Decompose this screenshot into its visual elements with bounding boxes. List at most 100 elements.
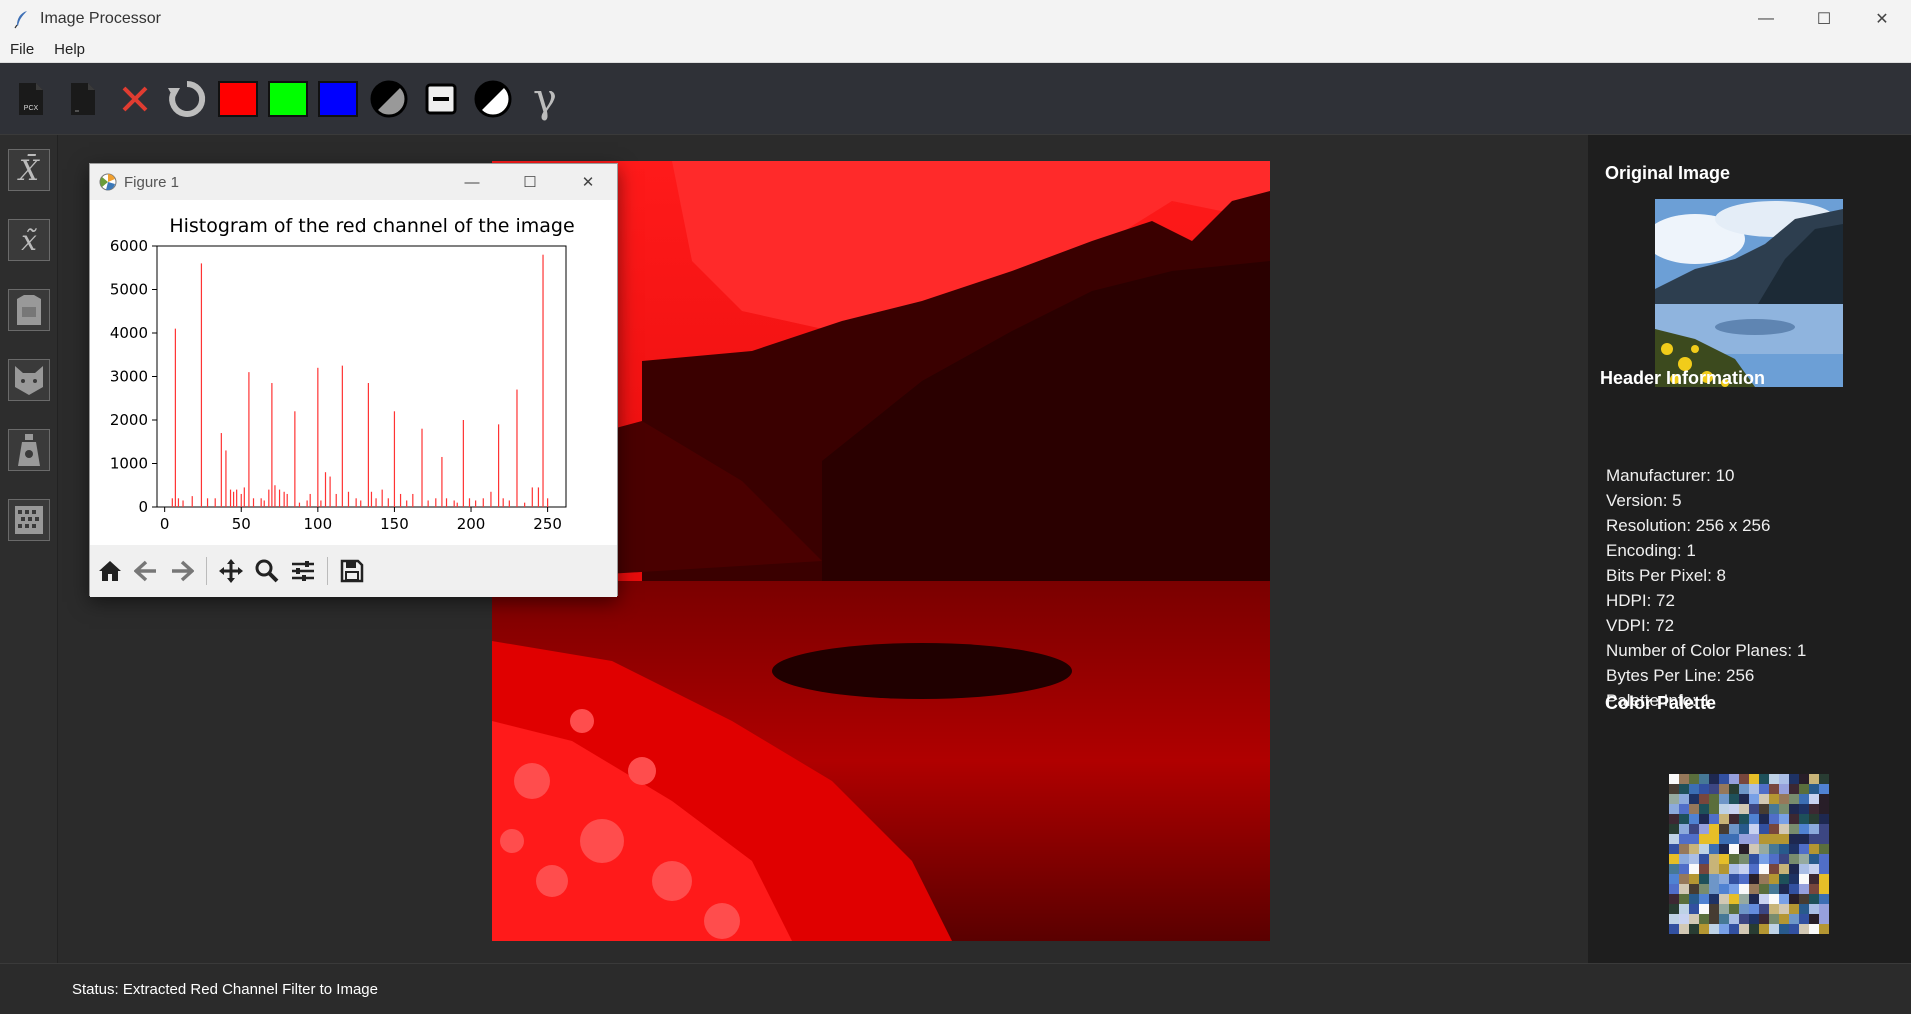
palette-swatch	[1819, 804, 1829, 814]
palette-swatch	[1709, 804, 1719, 814]
configure-subplots-button[interactable]	[287, 553, 319, 589]
palette-swatch	[1719, 904, 1729, 914]
histogram-bar	[497, 424, 500, 507]
palette-swatch	[1799, 874, 1809, 884]
move-icon	[219, 559, 243, 583]
mean-filter-button[interactable]: X̄	[8, 149, 50, 191]
y-tick-label: 4000	[110, 324, 148, 342]
palette-swatch	[1769, 854, 1779, 864]
cat-button[interactable]	[8, 359, 50, 401]
minimize-button[interactable]: —	[1737, 0, 1795, 37]
palette-swatch	[1789, 794, 1799, 804]
palette-swatch	[1669, 794, 1679, 804]
histogram-bar	[236, 489, 238, 507]
palette-swatch	[1699, 824, 1709, 834]
palette-swatch	[1729, 914, 1739, 924]
palette-swatch	[1739, 784, 1749, 794]
zoom-button[interactable]	[251, 553, 283, 589]
palette-swatch	[1699, 814, 1709, 824]
palette-swatch	[1739, 824, 1749, 834]
palette-swatch	[1729, 814, 1739, 824]
toolbar-separator	[206, 557, 207, 585]
pan-button[interactable]	[215, 553, 247, 589]
negative-button[interactable]	[472, 78, 514, 120]
shirt-button[interactable]	[8, 289, 50, 331]
palette-swatch	[1709, 784, 1719, 794]
palette-swatch	[1809, 824, 1819, 834]
figure-maximize-button[interactable]: ☐	[501, 164, 559, 200]
y-tick-label: 1000	[110, 455, 148, 473]
palette-swatch	[1739, 804, 1749, 814]
palette-swatch	[1669, 864, 1679, 874]
median-filter-button[interactable]: x̃	[8, 219, 50, 261]
lab-icon	[18, 434, 40, 466]
histogram-bar	[445, 498, 448, 507]
palette-swatch	[1749, 894, 1759, 904]
close-image-button[interactable]	[114, 78, 156, 120]
home-button[interactable]	[94, 553, 126, 589]
back-button[interactable]	[130, 553, 162, 589]
palette-swatch	[1729, 774, 1739, 784]
histogram-bar	[298, 502, 301, 507]
reset-button[interactable]	[166, 78, 208, 120]
palette-swatch	[1799, 814, 1809, 824]
save-figure-button[interactable]	[336, 553, 368, 589]
menu-file[interactable]: File	[0, 41, 44, 58]
menu-help[interactable]: Help	[44, 41, 95, 58]
palette-swatch	[1709, 874, 1719, 884]
header-item: Bits Per Pixel: 8	[1606, 566, 1726, 585]
gamma-button[interactable]: γ	[524, 78, 566, 120]
histogram-chart: Histogram of the red channel of the imag…	[110, 215, 575, 533]
palette-swatch	[1679, 854, 1689, 864]
palette-swatch	[1679, 844, 1689, 854]
palette-swatch	[1739, 894, 1749, 904]
palette-swatch	[1809, 834, 1819, 844]
lab-button[interactable]	[8, 429, 50, 471]
histogram-bar	[502, 498, 504, 507]
histogram-bar	[243, 487, 245, 507]
palette-swatch	[1779, 804, 1789, 814]
maximize-button[interactable]: ☐	[1795, 0, 1853, 37]
palette-swatch	[1749, 774, 1759, 784]
histogram-bar	[271, 383, 273, 507]
palette-swatch	[1749, 884, 1759, 894]
palette-swatch	[1689, 914, 1699, 924]
palette-swatch	[1769, 844, 1779, 854]
histogram-bar	[263, 500, 265, 507]
palette-swatch	[1809, 884, 1819, 894]
figure-minimize-button[interactable]: —	[443, 164, 501, 200]
palette-swatch	[1719, 794, 1729, 804]
palette-swatch	[1809, 844, 1819, 854]
palette-swatch	[1819, 854, 1829, 864]
palette-swatch	[1769, 874, 1779, 884]
minus-button[interactable]	[420, 78, 462, 120]
header-item: Number of Color Planes: 1	[1606, 641, 1807, 660]
open-pcx-icon: PCX	[19, 82, 43, 115]
histogram-bar	[537, 487, 540, 507]
grid-button[interactable]	[8, 499, 50, 541]
histogram-bar	[171, 498, 173, 507]
feather-icon	[14, 10, 27, 28]
x-tick-label: 200	[457, 515, 486, 533]
palette-swatch	[1679, 824, 1689, 834]
palette-swatch	[1769, 784, 1779, 794]
grayscale-button[interactable]	[368, 78, 410, 120]
palette-swatch	[1819, 884, 1829, 894]
blue-channel-button[interactable]	[318, 80, 358, 117]
new-file-button[interactable]	[62, 78, 104, 120]
palette-swatch	[1819, 864, 1829, 874]
histogram-bar	[360, 500, 362, 507]
palette-swatch	[1679, 834, 1689, 844]
y-tick-label: 2000	[110, 411, 148, 429]
forward-button[interactable]	[166, 553, 198, 589]
green-channel-button[interactable]	[268, 80, 308, 117]
x-tick-label: 0	[160, 515, 170, 533]
figure-close-button[interactable]: ✕	[559, 164, 617, 200]
open-pcx-button[interactable]: PCX	[10, 78, 52, 120]
palette-swatch	[1769, 814, 1779, 824]
red-channel-button[interactable]	[218, 80, 258, 117]
histogram-bar	[412, 493, 414, 507]
palette-swatch	[1789, 824, 1799, 834]
close-window-button[interactable]: ✕	[1853, 0, 1911, 37]
palette-swatch	[1679, 864, 1689, 874]
